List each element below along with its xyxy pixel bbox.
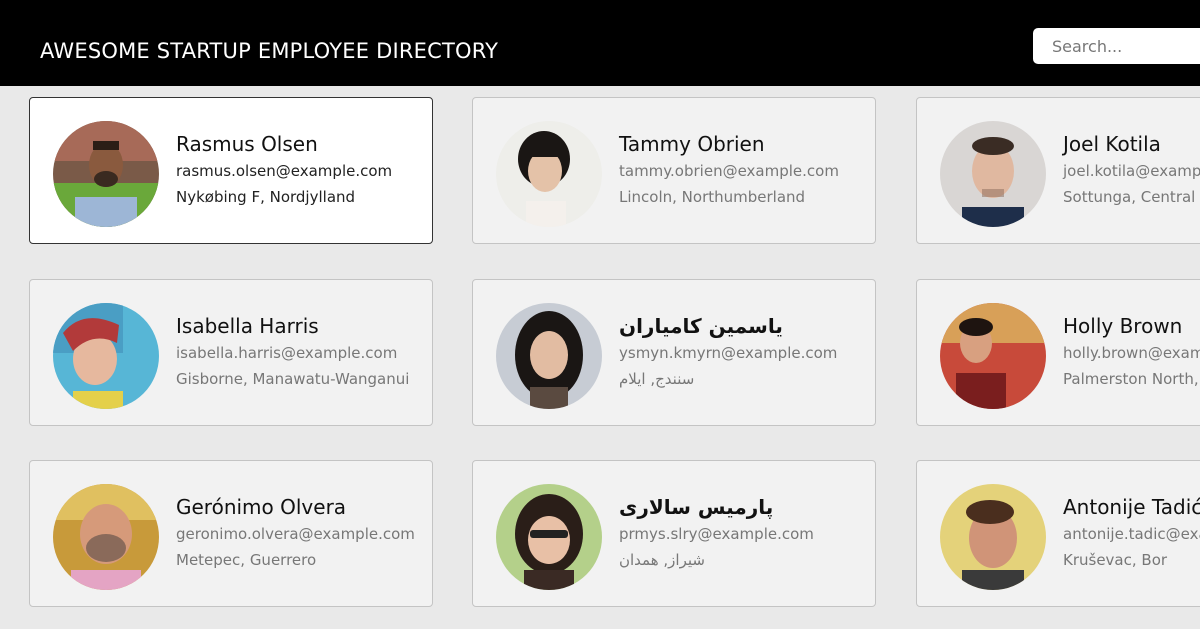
employee-location: Kruševac, Bor — [1063, 551, 1168, 569]
employee-name: Joel Kotila — [1063, 132, 1161, 156]
employee-location: Metepec, Guerrero — [176, 551, 317, 569]
employee-avatar — [940, 303, 1046, 409]
employee-location: Gisborne, Manawatu-Wanganui — [176, 370, 410, 388]
employee-email: rasmus.olsen@example.com — [176, 162, 393, 180]
employee-avatar — [940, 484, 1046, 590]
employee-email: joel.kotila@example.com — [1063, 162, 1200, 180]
employee-card[interactable]: Isabella Harris isabella.harris@example.… — [29, 279, 433, 426]
page-title: AWESOME STARTUP EMPLOYEE DIRECTORY — [40, 39, 499, 63]
employee-email: holly.brown@example.com — [1063, 344, 1200, 362]
employee-email: ysmyn.kmyrn@example.com — [619, 344, 838, 362]
search-input[interactable] — [1033, 28, 1200, 64]
employee-avatar — [496, 484, 602, 590]
employee-email: tammy.obrien@example.com — [619, 162, 839, 180]
employee-grid: Rasmus Olsen rasmus.olsen@example.com Ny… — [0, 0, 1200, 629]
app-header: AWESOME STARTUP EMPLOYEE DIRECTORY — [0, 0, 1200, 86]
employee-card[interactable]: یاسمین کامیاران ysmyn.kmyrn@example.com … — [472, 279, 876, 426]
employee-avatar — [53, 303, 159, 409]
employee-name: Tammy Obrien — [619, 132, 765, 156]
employee-avatar — [53, 121, 159, 227]
employee-email: geronimo.olvera@example.com — [176, 525, 415, 543]
employee-card[interactable]: Antonije Tadić antonije.tadic@example.co… — [916, 460, 1200, 607]
employee-location: Lincoln, Northumberland — [619, 188, 806, 206]
employee-avatar — [53, 484, 159, 590]
employee-card[interactable]: پارمیس سالاری prmys.slry@example.com شیر… — [472, 460, 876, 607]
employee-name: Gerónimo Olvera — [176, 495, 347, 519]
employee-name: پارمیس سالاری — [619, 495, 774, 519]
employee-card[interactable]: Tammy Obrien tammy.obrien@example.com Li… — [472, 97, 876, 244]
employee-email: isabella.harris@example.com — [176, 344, 398, 362]
employee-avatar — [496, 303, 602, 409]
employee-email: prmys.slry@example.com — [619, 525, 814, 543]
employee-name: Antonije Tadić — [1063, 495, 1200, 519]
employee-name: یاسمین کامیاران — [619, 314, 783, 338]
employee-location: Sottunga, Central Finland — [1063, 188, 1200, 206]
employee-location: سنندج, ایلام — [619, 370, 695, 388]
employee-name: Holly Brown — [1063, 314, 1183, 338]
employee-card[interactable]: Gerónimo Olvera geronimo.olvera@example.… — [29, 460, 433, 607]
employee-avatar — [940, 121, 1046, 227]
employee-card[interactable]: Rasmus Olsen rasmus.olsen@example.com Ny… — [29, 97, 433, 244]
employee-avatar — [496, 121, 602, 227]
employee-location: شیراز, همدان — [619, 551, 705, 569]
employee-location: Nykøbing F, Nordjylland — [176, 188, 356, 206]
employee-card[interactable]: Joel Kotila joel.kotila@example.com Sott… — [916, 97, 1200, 244]
employee-email: antonije.tadic@example.com — [1063, 525, 1200, 543]
employee-name: Rasmus Olsen — [176, 132, 318, 156]
employee-name: Isabella Harris — [176, 314, 319, 338]
employee-card[interactable]: Holly Brown holly.brown@example.com Palm… — [916, 279, 1200, 426]
employee-location: Palmerston North, Otago — [1063, 370, 1200, 388]
